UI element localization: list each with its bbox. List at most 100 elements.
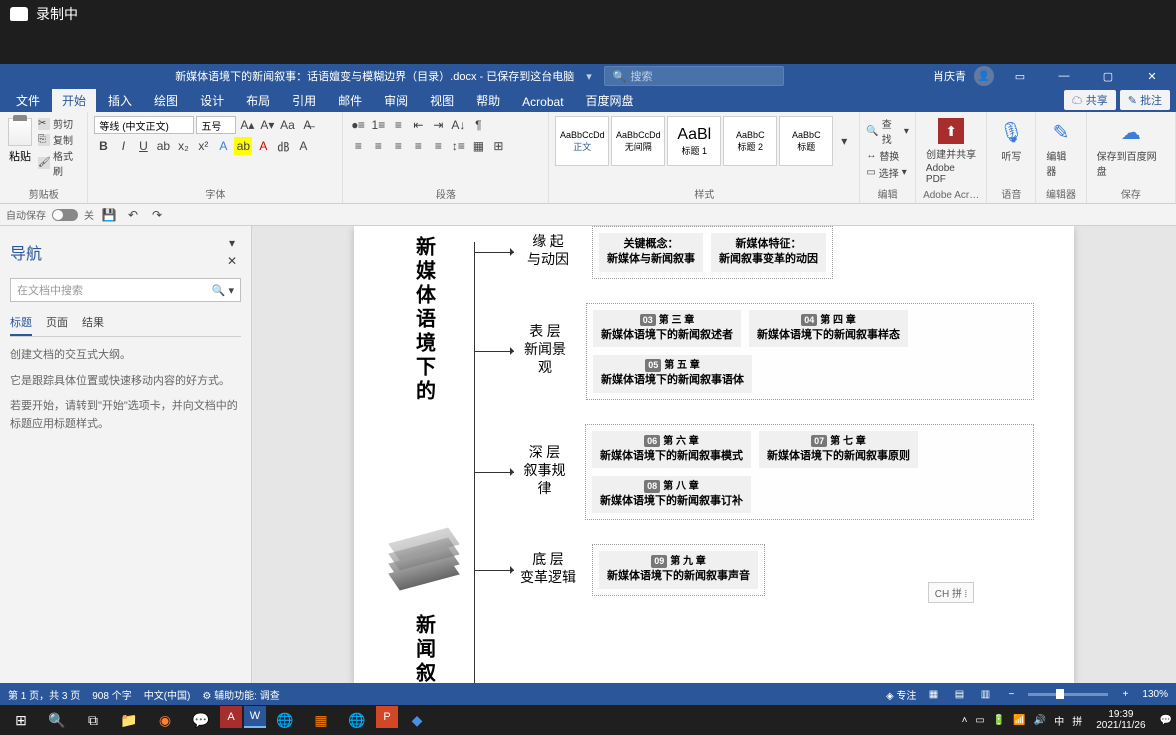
nav-tab-pages[interactable]: 页面 bbox=[46, 310, 68, 336]
editor-button[interactable]: ✎ 编辑器 bbox=[1042, 116, 1079, 180]
line-spacing-button[interactable]: ↕≡ bbox=[449, 137, 467, 155]
grow-font-button[interactable]: A▴ bbox=[238, 116, 256, 134]
zoom-slider[interactable] bbox=[1028, 693, 1108, 696]
highlight-button[interactable]: ab bbox=[234, 137, 252, 155]
tray-icon[interactable]: ▭ bbox=[975, 715, 984, 726]
text-effects-button[interactable]: A bbox=[214, 137, 232, 155]
zoom-out-button[interactable]: − bbox=[1002, 686, 1020, 702]
nav-search-input[interactable]: 在文档中搜索 🔍 ▾ bbox=[10, 278, 241, 302]
taskbar-app[interactable]: ◆ bbox=[400, 706, 434, 734]
page-count[interactable]: 第 1 页，共 3 页 bbox=[8, 687, 80, 702]
align-right-button[interactable]: ≡ bbox=[389, 137, 407, 155]
tab-draw[interactable]: 绘图 bbox=[144, 89, 188, 112]
nav-tab-headings[interactable]: 标题 bbox=[10, 310, 32, 336]
tray-chevron-icon[interactable]: ˄ bbox=[962, 715, 968, 726]
bold-button[interactable]: B bbox=[94, 137, 112, 155]
chrome-button[interactable]: 🌐 bbox=[268, 706, 302, 734]
chrome-button-2[interactable]: 🌐 bbox=[340, 706, 374, 734]
tab-insert[interactable]: 插入 bbox=[98, 89, 142, 112]
indent-inc-button[interactable]: ⇥ bbox=[429, 116, 447, 134]
font-size-select[interactable]: 五号 bbox=[196, 116, 236, 134]
close-button[interactable]: ✕ bbox=[1134, 65, 1170, 87]
tab-acrobat[interactable]: Acrobat bbox=[512, 92, 573, 112]
word-count[interactable]: 908 个字 bbox=[92, 687, 131, 702]
change-case-button[interactable]: Aa bbox=[278, 116, 296, 134]
adobe-pdf-button[interactable]: ⬆ 创建并共享 Adobe PDF bbox=[922, 116, 980, 187]
style-heading1[interactable]: AaBl标题 1 bbox=[667, 116, 721, 166]
multilevel-button[interactable]: ≡ bbox=[389, 116, 407, 134]
baidu-save-button[interactable]: ☁ 保存到百度网盘 bbox=[1093, 116, 1169, 180]
tab-review[interactable]: 审阅 bbox=[374, 89, 418, 112]
search-taskbar-button[interactable]: 🔍 bbox=[40, 706, 74, 734]
print-layout-button[interactable]: ▤ bbox=[950, 686, 968, 702]
zoom-in-button[interactable]: + bbox=[1116, 686, 1134, 702]
subscript-button[interactable]: x₂ bbox=[174, 137, 192, 155]
wechat-button[interactable]: 💬 bbox=[184, 706, 218, 734]
taskbar-app[interactable]: ▦ bbox=[304, 706, 338, 734]
ime-lang-button[interactable]: 中 bbox=[1054, 713, 1064, 728]
bullets-button[interactable]: ⦁≡ bbox=[349, 116, 367, 134]
numbering-button[interactable]: 1≡ bbox=[369, 116, 387, 134]
ribbon-options-button[interactable]: ▭ bbox=[1002, 65, 1038, 87]
word-taskbar-button[interactable]: W bbox=[244, 706, 266, 728]
undo-button[interactable]: ↶ bbox=[124, 206, 142, 224]
font-color-button[interactable]: A bbox=[254, 137, 272, 155]
indent-dec-button[interactable]: ⇤ bbox=[409, 116, 427, 134]
style-normal[interactable]: AaBbCcDd正文 bbox=[555, 116, 609, 166]
font-family-select[interactable]: 等线 (中文正文) bbox=[94, 116, 194, 134]
taskbar-app[interactable]: ◉ bbox=[148, 706, 182, 734]
style-heading2[interactable]: AaBbC标题 2 bbox=[723, 116, 777, 166]
adobe-taskbar-button[interactable]: A bbox=[220, 706, 242, 728]
borders-button[interactable]: ⊞ bbox=[489, 137, 507, 155]
share-button[interactable]: ☁ 共享 bbox=[1064, 90, 1116, 110]
justify-button[interactable]: ≡ bbox=[409, 137, 427, 155]
read-mode-button[interactable]: ▦ bbox=[924, 686, 942, 702]
nav-tab-results[interactable]: 结果 bbox=[82, 310, 104, 336]
clear-format-button[interactable]: A̶ bbox=[298, 116, 316, 134]
italic-button[interactable]: I bbox=[114, 137, 132, 155]
language-status[interactable]: 中文(中国) bbox=[144, 687, 191, 702]
task-view-button[interactable]: ⧉ bbox=[76, 706, 110, 734]
tab-home[interactable]: 开始 bbox=[52, 89, 96, 112]
tab-help[interactable]: 帮助 bbox=[466, 89, 510, 112]
powerpoint-button[interactable]: P bbox=[376, 706, 398, 728]
copy-button[interactable]: ⎘复制 bbox=[38, 132, 81, 147]
char-border-button[interactable]: A bbox=[294, 137, 312, 155]
distribute-button[interactable]: ≡ bbox=[429, 137, 447, 155]
wifi-icon[interactable]: 📶 bbox=[1013, 715, 1025, 726]
find-button[interactable]: 🔍 查找 ▾ bbox=[866, 116, 909, 146]
nav-close-button[interactable]: ✕ bbox=[223, 252, 241, 270]
tab-design[interactable]: 设计 bbox=[190, 89, 234, 112]
tab-baidu[interactable]: 百度网盘 bbox=[576, 89, 644, 112]
sort-button[interactable]: A↓ bbox=[449, 116, 467, 134]
taskbar-clock[interactable]: 19:39 2021/11/26 bbox=[1090, 709, 1151, 731]
title-search[interactable]: 🔍 搜索 bbox=[604, 66, 784, 86]
align-center-button[interactable]: ≡ bbox=[369, 137, 387, 155]
style-nospacing[interactable]: AaBbCcDd无间隔 bbox=[611, 116, 665, 166]
tab-mailings[interactable]: 邮件 bbox=[328, 89, 372, 112]
document-area[interactable]: 新媒体语境下的 新闻叙事研究 bbox=[252, 226, 1176, 683]
comment-button[interactable]: ✎ 批注 bbox=[1120, 90, 1170, 110]
format-painter-button[interactable]: 🖌格式刷 bbox=[38, 148, 81, 178]
strike-button[interactable]: ab bbox=[154, 137, 172, 155]
nav-dropdown-button[interactable]: ▾ bbox=[223, 234, 241, 252]
select-button[interactable]: ▭ 选择 ▾ bbox=[866, 165, 909, 180]
volume-icon[interactable]: 🔊 bbox=[1034, 715, 1046, 726]
style-title[interactable]: AaBbC标题 bbox=[779, 116, 833, 166]
focus-mode-button[interactable]: ◈ 专注 bbox=[886, 687, 916, 702]
tab-references[interactable]: 引用 bbox=[282, 89, 326, 112]
file-explorer-button[interactable]: 📁 bbox=[112, 706, 146, 734]
tab-view[interactable]: 视图 bbox=[420, 89, 464, 112]
zoom-level[interactable]: 130% bbox=[1142, 689, 1168, 700]
shrink-font-button[interactable]: A▾ bbox=[258, 116, 276, 134]
save-button[interactable]: 💾 bbox=[100, 206, 118, 224]
cut-button[interactable]: ✂剪切 bbox=[38, 116, 81, 131]
redo-button[interactable]: ↷ bbox=[148, 206, 166, 224]
ime-mode-button[interactable]: 拼 bbox=[1072, 713, 1082, 728]
user-avatar[interactable]: 👤 bbox=[974, 66, 994, 86]
styles-more-button[interactable]: ▾ bbox=[835, 132, 853, 150]
start-button[interactable]: ⊞ bbox=[4, 706, 38, 734]
superscript-button[interactable]: x² bbox=[194, 137, 212, 155]
accessibility-status[interactable]: ⚙ 辅助功能: 调查 bbox=[202, 687, 279, 702]
show-marks-button[interactable]: ¶ bbox=[469, 116, 487, 134]
